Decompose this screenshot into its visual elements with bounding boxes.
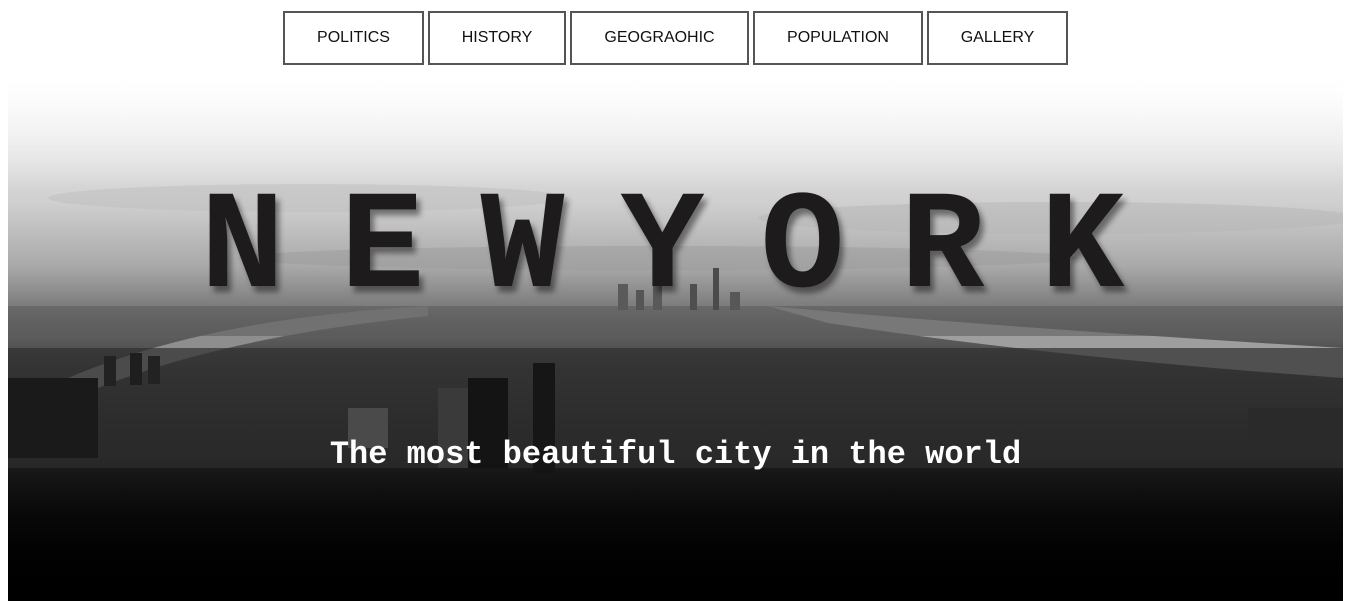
nav-button-politics[interactable]: POLITICS	[283, 11, 424, 65]
hero-banner: NEWYORK The most beautiful city in the w…	[8, 78, 1343, 601]
nav-button-gallery[interactable]: GALLERY	[927, 11, 1068, 65]
main-nav: POLITICS HISTORY GEOGRAOHIC POPULATION G…	[283, 11, 1072, 65]
nav-button-history[interactable]: HISTORY	[428, 11, 566, 65]
nav-button-geographic[interactable]: GEOGRAOHIC	[570, 11, 749, 65]
nav-button-population[interactable]: POPULATION	[753, 11, 923, 65]
city-skyline-image	[8, 78, 1343, 601]
hero-subtitle: The most beautiful city in the world	[329, 436, 1022, 473]
hero-title: NEWYORK	[200, 170, 1181, 329]
